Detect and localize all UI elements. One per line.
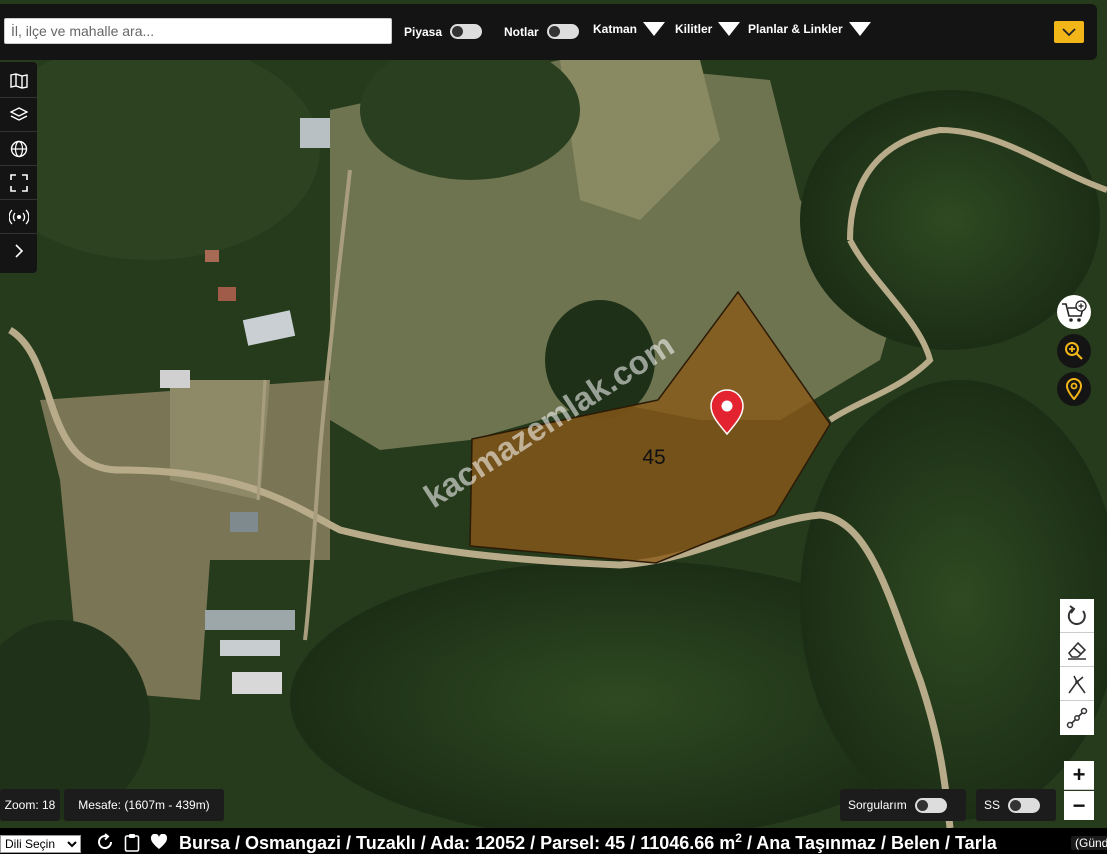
globe-button[interactable]: [0, 132, 37, 166]
chevron-right-icon: [14, 244, 23, 258]
notlar-toggle-group[interactable]: Notlar: [504, 24, 579, 39]
cart-add-icon: [1062, 300, 1087, 322]
location-tail: / Ana Taşınmaz / Belen / Tarla: [741, 833, 997, 853]
globe-icon: [10, 140, 27, 157]
distance-readout: Mesafe: (1607m - 439m): [64, 789, 224, 821]
notlar-label: Notlar: [504, 24, 539, 39]
sorgularim-toggle-group[interactable]: Sorgularım: [840, 789, 966, 821]
gundem-link[interactable]: (Günd: [1071, 836, 1107, 850]
layers-icon: [9, 106, 28, 121]
zoom-out-button[interactable]: −: [1064, 791, 1094, 820]
search-input[interactable]: [4, 18, 392, 44]
ruler-line-icon: [1066, 707, 1088, 729]
map-marker-icon: [1065, 378, 1083, 400]
locate-button[interactable]: [1057, 372, 1091, 406]
magnifier-plus-icon: [1065, 342, 1083, 360]
broadcast-icon: [8, 209, 29, 224]
fullscreen-button[interactable]: [0, 166, 37, 200]
parcel-location-text: Bursa / Osmangazi / Tuzaklı / Ada: 12052…: [179, 831, 997, 854]
map-icon: [9, 72, 28, 89]
zoom-to-parcel-button[interactable]: [1057, 334, 1091, 368]
location-path: Bursa / Osmangazi / Tuzaklı / Ada: 12052…: [179, 833, 736, 853]
refresh-icon[interactable]: [96, 833, 114, 851]
rotate-icon: [1067, 604, 1086, 625]
fullscreen-icon: [9, 173, 28, 192]
planlar-label: Planlar & Linkler: [748, 22, 843, 36]
planlar-dropdown[interactable]: Planlar & Linkler: [748, 22, 871, 36]
piyasa-toggle-group[interactable]: Piyasa: [404, 24, 483, 39]
layers-button[interactable]: [0, 98, 37, 132]
eraser-icon: [1067, 641, 1087, 660]
parcel-number-label: 45: [642, 446, 665, 469]
katman-label: Katman: [593, 22, 638, 36]
sorgularim-label: Sorgularım: [848, 798, 907, 812]
chevron-down-icon: [848, 22, 871, 36]
kilitler-label: Kilitler: [675, 22, 713, 36]
eraser-button[interactable]: [1060, 633, 1094, 667]
zoom-in-button[interactable]: +: [1064, 761, 1094, 790]
piyasa-toggle[interactable]: [450, 24, 483, 39]
notlar-toggle[interactable]: [546, 24, 579, 39]
measure-angle-button[interactable]: [1060, 667, 1094, 701]
measure-distance-button[interactable]: [1060, 701, 1094, 735]
area-unit-superscript: 2: [735, 831, 742, 845]
chevron-down-icon: [643, 22, 666, 36]
chevron-down-icon: [1062, 27, 1076, 36]
chevron-down-icon: [718, 22, 741, 36]
language-select[interactable]: Dili Seçin: [0, 835, 81, 853]
zoom-level-readout: Zoom: 18: [0, 789, 60, 821]
top-toolbar: Piyasa Notlar Katman Kilitler Planlar & …: [0, 4, 1097, 60]
clipboard-icon[interactable]: [124, 833, 140, 852]
piyasa-label: Piyasa: [404, 24, 443, 39]
kilitler-dropdown[interactable]: Kilitler: [675, 22, 741, 36]
expand-menu-button[interactable]: [1054, 21, 1084, 43]
broadcast-button[interactable]: [0, 200, 37, 234]
sorgularim-toggle[interactable]: [914, 797, 947, 813]
map-view-button[interactable]: [0, 64, 37, 98]
satellite-map[interactable]: 45 kacmazemlak.com: [0, 0, 1107, 828]
add-to-cart-button[interactable]: [1057, 295, 1091, 329]
zoom-level-text: Zoom: 18: [4, 798, 56, 812]
ss-toggle-group[interactable]: SS: [976, 789, 1056, 821]
expand-panel-button[interactable]: [0, 234, 37, 268]
ss-toggle[interactable]: [1008, 797, 1041, 813]
cursor-measure-icon: [1068, 675, 1086, 693]
ss-label: SS: [984, 798, 1001, 812]
heart-icon[interactable]: [150, 834, 168, 850]
katman-dropdown[interactable]: Katman: [593, 22, 666, 36]
undo-button[interactable]: [1060, 599, 1094, 633]
distance-text: Mesafe: (1607m - 439m): [78, 798, 210, 812]
left-toolbar: [0, 62, 37, 273]
parcel-info-bar: Dili Seçin Bursa / Osmangazi / Tuzaklı /…: [0, 828, 1107, 854]
